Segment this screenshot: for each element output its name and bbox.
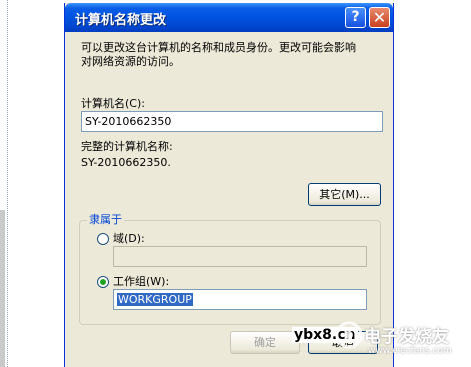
computer-name-input[interactable]: SY-2010662350 (81, 111, 383, 132)
title-bar[interactable]: 计算机名称更改 ? ✕ (65, 3, 393, 32)
description: 可以更改这台计算机的名称和成员身份。更改可能会影响 对网络资源的访问。 (81, 41, 356, 69)
full-name-value: SY-2010662350. (81, 156, 171, 169)
watermark-url: www.elecfans.com (368, 346, 452, 356)
ok-button[interactable]: 确定 (230, 331, 300, 354)
close-button[interactable]: ✕ (369, 7, 390, 28)
description-line-1: 可以更改这台计算机的名称和成员身份。更改可能会影响 (81, 41, 356, 54)
full-name-label: 完整的计算机名称: (81, 140, 173, 153)
radio-selected-dot (100, 279, 106, 285)
dialog-title: 计算机名称更改 (75, 13, 167, 28)
workgroup-label: 工作组(W): (113, 275, 170, 288)
domain-input[interactable] (113, 246, 367, 267)
watermark-brand: 电子发烧友 (364, 327, 449, 347)
workgroup-value: WORKGROUP (117, 293, 193, 306)
description-line-2: 对网络资源的访问。 (81, 55, 180, 68)
member-of-label: 隶属于 (87, 213, 124, 227)
computer-name-dialog: 计算机名称更改 ? ✕ 可以更改这台计算机的名称和成员身份。更改可能会影响 对网… (64, 3, 394, 367)
domain-radio[interactable] (97, 233, 109, 245)
more-button[interactable]: 其它(M)... (308, 183, 381, 206)
domain-label: 域(D): (113, 232, 145, 245)
brand-logo-icon (335, 321, 363, 349)
workgroup-radio[interactable] (97, 276, 109, 288)
computer-name-label: 计算机名(C): (81, 97, 145, 110)
workgroup-input[interactable]: WORKGROUP (113, 289, 367, 310)
help-button[interactable]: ? (345, 7, 366, 28)
page-divider (7, 0, 8, 367)
page-left-bar (0, 210, 5, 367)
